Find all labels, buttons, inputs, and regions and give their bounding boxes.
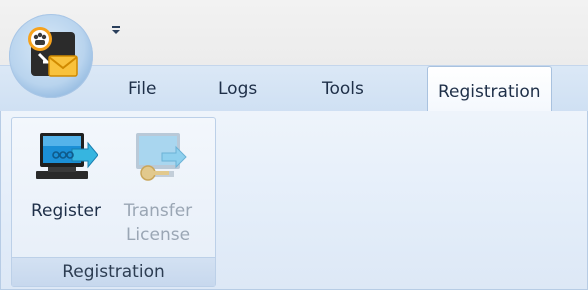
transfer-license-label: Transfer License (124, 199, 192, 247)
tab-registration[interactable]: Registration (427, 66, 552, 112)
register-computer-icon (36, 133, 98, 179)
transfer-label-line2: License (125, 225, 191, 245)
tab-logs[interactable]: Logs (212, 78, 263, 100)
ribbon-panel: Register Transfer License Registration (0, 111, 588, 290)
register-label: Register (31, 201, 101, 221)
tab-file[interactable]: File (122, 78, 162, 100)
transfer-license-button: Transfer License (110, 120, 206, 252)
group-label-registration: Registration (12, 257, 215, 286)
chevron-down-icon (112, 26, 120, 34)
app-menu-button[interactable] (9, 14, 93, 98)
app-logo-icon (28, 27, 78, 77)
register-button[interactable]: Register (18, 120, 114, 252)
transfer-label-line1: Transfer (123, 201, 193, 221)
transfer-license-icon (136, 133, 187, 181)
quick-access-dropdown[interactable] (108, 24, 124, 40)
tab-tools[interactable]: Tools (316, 78, 370, 100)
registration-group: Register Transfer License Registration (11, 117, 216, 287)
